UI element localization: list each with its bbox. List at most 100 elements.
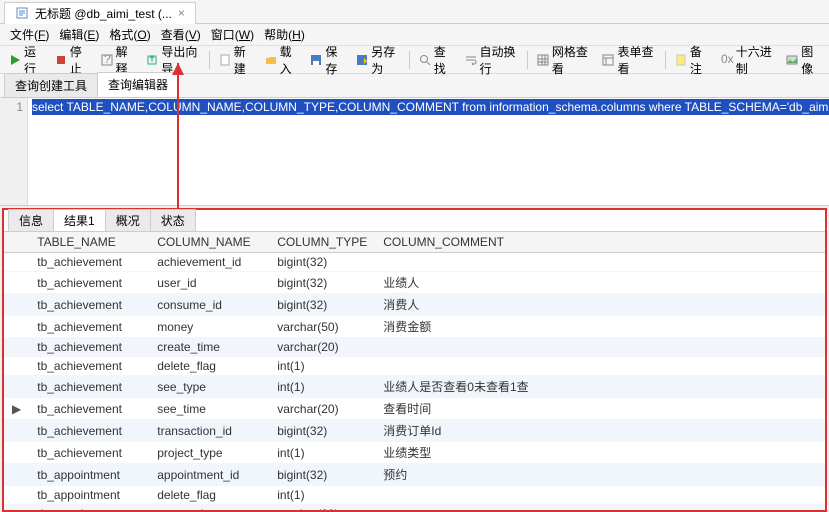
- table-row[interactable]: tb_achievementproject_typeint(1)业绩类型: [4, 442, 825, 464]
- cell-column-name[interactable]: achievement_id: [149, 253, 269, 272]
- cell-table-name[interactable]: tb_achievement: [29, 398, 149, 420]
- cell-column-comment[interactable]: [375, 505, 825, 511]
- cell-column-comment[interactable]: 消费人: [375, 294, 825, 316]
- row-handle: [4, 338, 29, 357]
- tab-info[interactable]: 信息: [8, 209, 54, 231]
- sql-code[interactable]: select TABLE_NAME,COLUMN_NAME,COLUMN_TYP…: [28, 98, 829, 205]
- cell-column-type[interactable]: varchar(50): [269, 316, 375, 338]
- cell-table-name[interactable]: tb_achievement: [29, 357, 149, 376]
- cell-column-comment[interactable]: 消费订单Id: [375, 420, 825, 442]
- table-row[interactable]: tb_achievementdelete_flagint(1): [4, 357, 825, 376]
- cell-column-name[interactable]: user_id: [149, 272, 269, 294]
- cell-table-name[interactable]: tb_achievement: [29, 316, 149, 338]
- table-row[interactable]: ▶tb_achievementsee_timevarchar(20)查看时间: [4, 398, 825, 420]
- cell-column-name[interactable]: create_time: [149, 505, 269, 511]
- tab-status[interactable]: 状态: [150, 209, 196, 231]
- table-row[interactable]: tb_achievementachievement_idbigint(32): [4, 253, 825, 272]
- cell-column-comment[interactable]: 预约: [375, 464, 825, 486]
- cell-column-type[interactable]: bigint(32): [269, 420, 375, 442]
- cell-column-comment[interactable]: [375, 338, 825, 357]
- cell-table-name[interactable]: tb_appointment: [29, 505, 149, 511]
- col-column-comment[interactable]: COLUMN_COMMENT: [375, 232, 825, 253]
- image-button[interactable]: 图像: [781, 40, 825, 80]
- stop-icon: [55, 53, 67, 67]
- saveas-button[interactable]: 另存为: [351, 40, 405, 80]
- cell-table-name[interactable]: tb_achievement: [29, 294, 149, 316]
- cell-column-type[interactable]: varchar(20): [269, 338, 375, 357]
- cell-column-type[interactable]: bigint(32): [269, 253, 375, 272]
- load-button[interactable]: 载入: [260, 40, 304, 80]
- table-row[interactable]: tb_achievementuser_idbigint(32)业绩人: [4, 272, 825, 294]
- query-icon: [15, 6, 29, 20]
- cell-column-comment[interactable]: 业绩类型: [375, 442, 825, 464]
- cell-table-name[interactable]: tb_achievement: [29, 272, 149, 294]
- cell-column-type[interactable]: int(1): [269, 442, 375, 464]
- cell-column-comment[interactable]: [375, 253, 825, 272]
- tab-profile[interactable]: 概况: [105, 209, 151, 231]
- col-column-name[interactable]: COLUMN_NAME: [149, 232, 269, 253]
- find-button[interactable]: 查找: [414, 40, 458, 80]
- cell-column-type[interactable]: varchar(20): [269, 398, 375, 420]
- cell-column-comment[interactable]: 业绩人: [375, 272, 825, 294]
- separator: [527, 51, 528, 69]
- cell-column-type[interactable]: bigint(32): [269, 272, 375, 294]
- cell-column-type[interactable]: int(1): [269, 357, 375, 376]
- autowrap-button[interactable]: 自动换行: [460, 40, 524, 80]
- cell-table-name[interactable]: tb_achievement: [29, 442, 149, 464]
- cell-column-name[interactable]: project_type: [149, 442, 269, 464]
- save-button[interactable]: 保存: [305, 40, 349, 80]
- tab-query-editor[interactable]: 查询编辑器: [97, 72, 179, 97]
- cell-column-name[interactable]: appointment_id: [149, 464, 269, 486]
- gridview-button[interactable]: 网格查看: [532, 40, 596, 80]
- cell-column-comment[interactable]: 业绩人是否查看0未查看1查: [375, 376, 825, 398]
- cell-column-type[interactable]: bigint(32): [269, 464, 375, 486]
- table-row[interactable]: tb_appointmentappointment_idbigint(32)预约: [4, 464, 825, 486]
- row-handle: [4, 486, 29, 505]
- tab-result1[interactable]: 结果1: [53, 209, 106, 231]
- table-row[interactable]: tb_achievementmoneyvarchar(50)消费金额: [4, 316, 825, 338]
- table-row[interactable]: tb_appointmentcreate_timevarchar(20): [4, 505, 825, 511]
- cell-table-name[interactable]: tb_achievement: [29, 253, 149, 272]
- table-row[interactable]: tb_achievementtransaction_idbigint(32)消费…: [4, 420, 825, 442]
- table-row[interactable]: tb_achievementconsume_idbigint(32)消费人: [4, 294, 825, 316]
- cell-table-name[interactable]: tb_appointment: [29, 486, 149, 505]
- cell-column-name[interactable]: delete_flag: [149, 357, 269, 376]
- cell-column-name[interactable]: consume_id: [149, 294, 269, 316]
- cell-column-comment[interactable]: [375, 486, 825, 505]
- cell-column-type[interactable]: bigint(32): [269, 294, 375, 316]
- result-grid-wrap[interactable]: TABLE_NAME COLUMN_NAME COLUMN_TYPE COLUM…: [4, 232, 825, 510]
- result-panel: 信息 结果1 概况 状态 TABLE_NAME COLUMN_NAME COLU…: [2, 208, 827, 512]
- close-icon[interactable]: ×: [178, 6, 185, 20]
- table-row[interactable]: tb_achievementsee_typeint(1)业绩人是否查看0未查看1…: [4, 376, 825, 398]
- cell-column-type[interactable]: int(1): [269, 376, 375, 398]
- row-handle: [4, 376, 29, 398]
- cell-column-name[interactable]: money: [149, 316, 269, 338]
- sql-editor[interactable]: 1 select TABLE_NAME,COLUMN_NAME,COLUMN_T…: [0, 98, 829, 206]
- col-column-type[interactable]: COLUMN_TYPE: [269, 232, 375, 253]
- table-row[interactable]: tb_achievementcreate_timevarchar(20): [4, 338, 825, 357]
- cell-column-name[interactable]: see_type: [149, 376, 269, 398]
- new-button[interactable]: 新建: [214, 40, 258, 80]
- cell-column-type[interactable]: int(1): [269, 486, 375, 505]
- editor-tab[interactable]: 无标题 @db_aimi_test (... ×: [4, 2, 196, 24]
- cell-table-name[interactable]: tb_achievement: [29, 420, 149, 442]
- cell-column-name[interactable]: transaction_id: [149, 420, 269, 442]
- cell-column-comment[interactable]: [375, 357, 825, 376]
- load-icon: [265, 53, 277, 67]
- cell-table-name[interactable]: tb_appointment: [29, 464, 149, 486]
- col-table-name[interactable]: TABLE_NAME: [29, 232, 149, 253]
- cell-column-name[interactable]: create_time: [149, 338, 269, 357]
- cell-table-name[interactable]: tb_achievement: [29, 338, 149, 357]
- note-button[interactable]: 备注: [670, 40, 714, 80]
- table-row[interactable]: tb_appointmentdelete_flagint(1): [4, 486, 825, 505]
- cell-column-name[interactable]: see_time: [149, 398, 269, 420]
- tab-query-builder[interactable]: 查询创建工具: [4, 73, 98, 97]
- hex-button[interactable]: 0x十六进制: [716, 40, 780, 80]
- cell-table-name[interactable]: tb_achievement: [29, 376, 149, 398]
- cell-column-name[interactable]: delete_flag: [149, 486, 269, 505]
- cell-column-type[interactable]: varchar(20): [269, 505, 375, 511]
- formview-button[interactable]: 表单查看: [597, 40, 661, 80]
- cell-column-comment[interactable]: 消费金额: [375, 316, 825, 338]
- note-icon: [675, 53, 687, 67]
- cell-column-comment[interactable]: 查看时间: [375, 398, 825, 420]
